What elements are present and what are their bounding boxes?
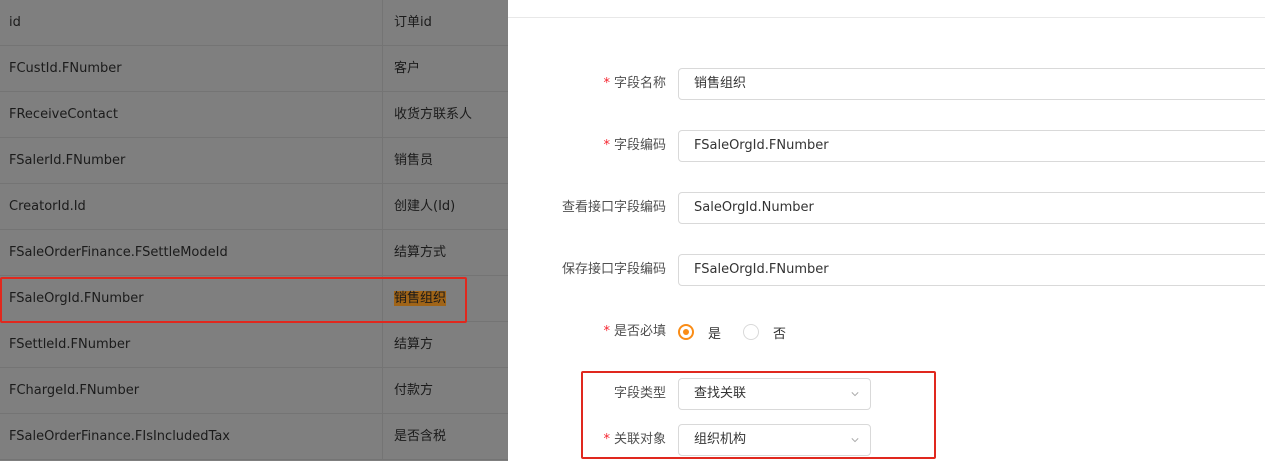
- field-name-cell: 订单id: [394, 15, 432, 30]
- field-name-cell: 付款方: [394, 383, 434, 398]
- required-row: * 是否必填 是 否: [508, 316, 1265, 348]
- field-name-cell: 销售员: [394, 153, 434, 168]
- table-row[interactable]: FSalerId.FNumber 销售员: [0, 138, 508, 184]
- field-name-cell: 是否含税: [394, 429, 447, 444]
- field-code-label: * 字段编码: [603, 138, 666, 153]
- table-row[interactable]: FSaleOrderFinance.FSettleModeId 结算方式: [0, 230, 508, 276]
- field-id-cell: FSaleOrderFinance.FIsIncludedTax: [0, 414, 383, 460]
- save-code-input[interactable]: FSaleOrgId.FNumber: [678, 254, 1265, 286]
- table-row[interactable]: FReceiveContact 收货方联系人: [0, 92, 508, 138]
- field-id-cell: FSettleId.FNumber: [0, 322, 383, 368]
- save-code-label: 保存接口字段编码: [561, 262, 666, 277]
- required-radio-group: 是 否: [678, 316, 808, 348]
- query-code-input[interactable]: SaleOrgId.Number: [678, 192, 1265, 224]
- field-mapping-table: id 订单id FCustId.FNumber 客户 FReceiveConta…: [0, 0, 508, 461]
- field-id-cell: FSalerId.FNumber: [0, 138, 383, 184]
- table-row[interactable]: FSettleId.FNumber 结算方: [0, 322, 508, 368]
- field-name-cell: 客户: [394, 61, 421, 76]
- field-name-label: * 字段名称: [603, 76, 666, 91]
- query-code-label: 查看接口字段编码: [561, 200, 666, 215]
- field-name-row: * 字段名称 销售组织: [508, 68, 1265, 100]
- annotation-box-form: [581, 371, 936, 459]
- radio-unchecked-icon: [743, 324, 760, 340]
- radio-yes[interactable]: 是: [678, 323, 721, 342]
- field-id-cell: id: [0, 0, 383, 46]
- table-row[interactable]: FChargeId.FNumber 付款方: [0, 368, 508, 414]
- annotation-box-row: [0, 277, 467, 323]
- field-name-cell: 结算方: [394, 337, 434, 352]
- required-mark: *: [603, 76, 610, 91]
- field-id-cell: FSaleOrderFinance.FSettleModeId: [0, 230, 383, 276]
- required-mark: *: [603, 324, 610, 339]
- field-id-cell: FCustId.FNumber: [0, 46, 383, 92]
- drawer-header-divider: [508, 17, 1265, 18]
- table-row[interactable]: id 订单id: [0, 0, 508, 46]
- field-name-cell: 收货方联系人: [394, 107, 473, 122]
- required-label: * 是否必填: [603, 324, 666, 339]
- save-code-row: 保存接口字段编码 FSaleOrgId.FNumber: [508, 254, 1265, 286]
- radio-checked-icon: [678, 324, 694, 340]
- field-name-input[interactable]: 销售组织: [678, 68, 1265, 100]
- table-row[interactable]: FCustId.FNumber 客户: [0, 46, 508, 92]
- field-id-cell: FChargeId.FNumber: [0, 368, 383, 414]
- radio-no[interactable]: 否: [743, 323, 786, 342]
- table-row[interactable]: FSaleOrderFinance.FIsIncludedTax 是否含税: [0, 414, 508, 460]
- required-mark: *: [603, 138, 610, 153]
- field-code-row: * 字段编码 FSaleOrgId.FNumber: [508, 130, 1265, 162]
- field-id-cell: FReceiveContact: [0, 92, 383, 138]
- field-name-cell: 创建人(Id): [394, 199, 456, 214]
- table-row[interactable]: CreatorId.Id 创建人(Id): [0, 184, 508, 230]
- query-code-row: 查看接口字段编码 SaleOrgId.Number: [508, 192, 1265, 224]
- field-code-input[interactable]: FSaleOrgId.FNumber: [678, 130, 1265, 162]
- field-id-cell: CreatorId.Id: [0, 184, 383, 230]
- field-name-cell: 结算方式: [394, 245, 447, 260]
